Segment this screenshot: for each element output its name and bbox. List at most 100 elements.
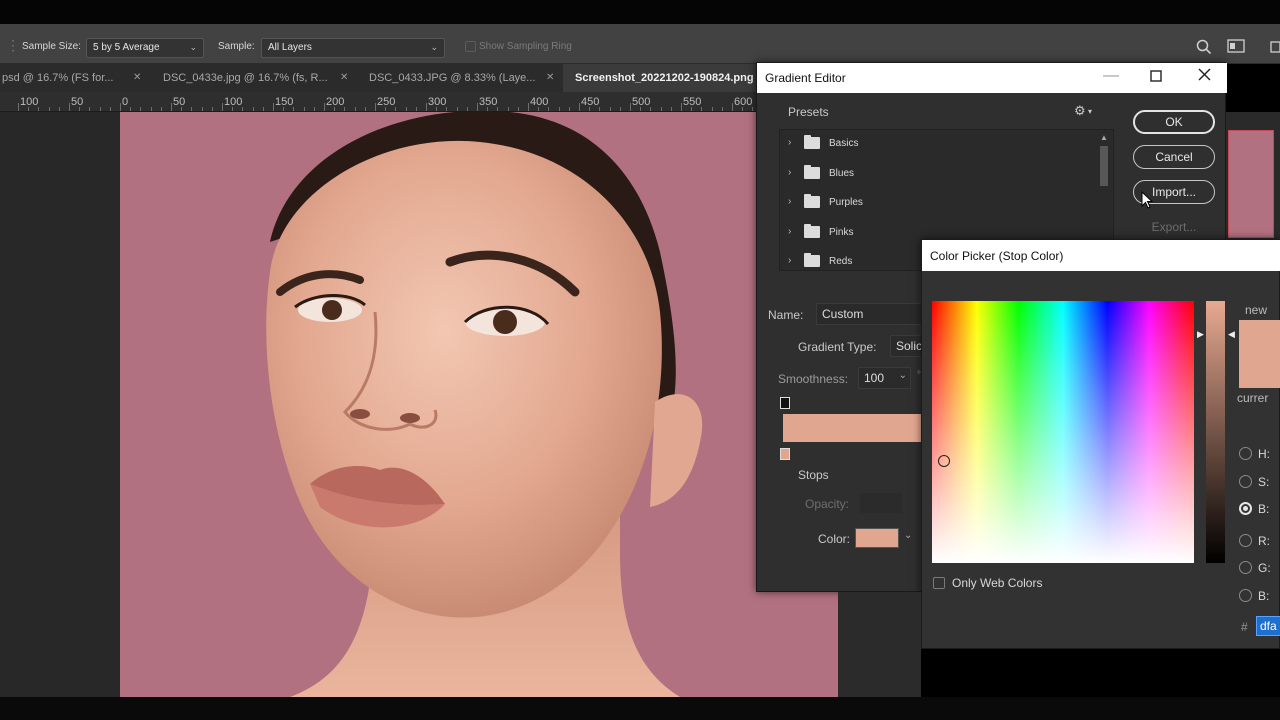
tab-document[interactable]: psd @ 16.7% (FS for... (0, 64, 150, 92)
scrollbar-thumb[interactable] (1100, 146, 1108, 186)
color-picker-titlebar[interactable]: Color Picker (Stop Color) (922, 240, 1280, 271)
ruler-tick (355, 107, 356, 111)
ruler-tick (671, 107, 672, 111)
layers-panel-sliver (1226, 112, 1280, 240)
close-icon[interactable]: ✕ (546, 72, 554, 83)
preset-folder-blues[interactable]: › Blues (788, 164, 1088, 184)
stop-color-swatch[interactable] (855, 528, 899, 548)
gradient-editor-titlebar[interactable]: Gradient Editor — (757, 63, 1227, 93)
panel-gap (838, 592, 921, 697)
sample-size-label: Sample Size: (22, 41, 81, 52)
ruler-number: 150 (275, 96, 294, 108)
scroll-up-icon[interactable]: ▲ (1100, 133, 1108, 142)
name-label: Name: (768, 308, 804, 322)
slider-arrow-right-icon[interactable]: ◀ (1228, 329, 1235, 340)
ruler-tick (263, 107, 264, 111)
presets-label: Presets (788, 105, 829, 119)
folder-icon (804, 194, 820, 208)
close-icon[interactable] (1198, 68, 1211, 86)
ruler-number: 550 (683, 96, 702, 108)
gradient-type-value: Solic (896, 339, 923, 353)
ruler-tick (283, 107, 284, 111)
workspace-icon[interactable] (1227, 39, 1245, 56)
ruler-tick (191, 107, 192, 111)
ruler-tick (599, 107, 600, 111)
gradient-preview-bar[interactable] (783, 414, 928, 442)
ruler-tick (752, 107, 753, 111)
saturation-radio[interactable] (1239, 475, 1252, 488)
hex-hash-label: # (1241, 620, 1248, 634)
bottom-band (0, 697, 1280, 720)
name-input[interactable]: Custom (816, 303, 926, 325)
show-sampling-ring-checkbox[interactable] (465, 41, 476, 52)
brightness-slider[interactable] (1206, 301, 1225, 563)
ruler-tick (528, 103, 529, 111)
tab-document-active[interactable]: Screenshot_20221202-190824.png (563, 64, 760, 92)
ruler-tick (416, 107, 417, 111)
smoothness-input[interactable]: 100 ⌄ (858, 367, 911, 389)
layer-thumbnail[interactable] (1228, 130, 1274, 238)
ruler-tick (640, 107, 641, 111)
chevron-right-icon: › (788, 137, 792, 148)
slider-arrow-left-icon[interactable]: ▶ (1197, 329, 1204, 340)
smoothness-label: Smoothness: (778, 372, 849, 386)
only-web-colors-checkbox[interactable] (933, 577, 945, 589)
preset-folder-purples[interactable]: › Purples (788, 193, 1088, 213)
ruler-tick (222, 103, 223, 111)
ruler-tick (518, 107, 519, 111)
ruler-tick (89, 107, 90, 111)
ruler-tick (242, 107, 243, 111)
red-radio[interactable] (1239, 534, 1252, 547)
hue-radio[interactable] (1239, 447, 1252, 460)
sample-select[interactable]: All Layers ⌄ (261, 38, 445, 58)
ruler-tick (395, 107, 396, 111)
color-field-marker[interactable] (938, 455, 950, 467)
ruler-tick (171, 103, 172, 111)
ok-button[interactable]: OK (1133, 110, 1215, 134)
sample-size-select[interactable]: 5 by 5 Average ⌄ (86, 38, 204, 58)
brightness-radio[interactable] (1239, 502, 1252, 515)
ruler-number: 0 (122, 96, 129, 108)
close-icon[interactable]: ✕ (340, 72, 348, 83)
saturation-label: S: (1258, 475, 1270, 489)
mouse-cursor-icon (1141, 191, 1153, 209)
ruler-tick (344, 107, 345, 111)
preset-label: Blues (829, 168, 855, 179)
ruler-tick (508, 107, 509, 111)
blue-radio[interactable] (1239, 589, 1252, 602)
search-icon[interactable] (1196, 39, 1212, 58)
show-sampling-ring-label: Show Sampling Ring (479, 41, 572, 52)
share-icon[interactable] (1270, 39, 1280, 56)
ruler-number: 200 (326, 96, 345, 108)
preset-label: Pinks (829, 227, 854, 238)
smoothness-value: 100 (864, 371, 885, 385)
preset-folder-basics[interactable]: › Basics (788, 134, 1088, 154)
chevron-right-icon: › (788, 255, 792, 266)
ruler-number: 600 (734, 96, 753, 108)
ruler-tick (59, 107, 60, 111)
tab-document[interactable]: DSC_0433.JPG @ 8.33% (Laye... (357, 64, 563, 92)
hex-input[interactable]: dfa (1256, 616, 1280, 636)
folder-icon (804, 165, 820, 179)
color-field[interactable] (932, 301, 1194, 563)
maximize-icon[interactable] (1150, 69, 1162, 87)
canvas-photo[interactable] (120, 112, 838, 697)
cancel-button[interactable]: Cancel (1133, 145, 1215, 169)
gear-icon[interactable]: ⚙ (1074, 103, 1086, 119)
chevron-right-icon: › (788, 196, 792, 207)
color-stop[interactable] (780, 448, 790, 460)
ruler-tick (293, 107, 294, 111)
ruler-tick (38, 107, 39, 111)
green-radio[interactable] (1239, 561, 1252, 574)
ruler-tick (497, 107, 498, 111)
new-color-swatch (1239, 320, 1280, 388)
opacity-input[interactable] (860, 493, 902, 513)
chevron-down-icon: ⌄ (189, 42, 197, 52)
tab-label: DSC_0433.JPG @ 8.33% (Laye... (369, 72, 536, 84)
minimize-icon[interactable]: — (1103, 67, 1119, 85)
export-button[interactable]: Export... (1133, 215, 1215, 239)
tab-document[interactable]: DSC_0433e.jpg @ 16.7% (fs, R... (150, 64, 357, 92)
opacity-stop[interactable] (780, 397, 790, 409)
close-icon[interactable]: ✕ (133, 72, 141, 83)
chevron-down-icon[interactable]: ⌄ (904, 530, 912, 541)
